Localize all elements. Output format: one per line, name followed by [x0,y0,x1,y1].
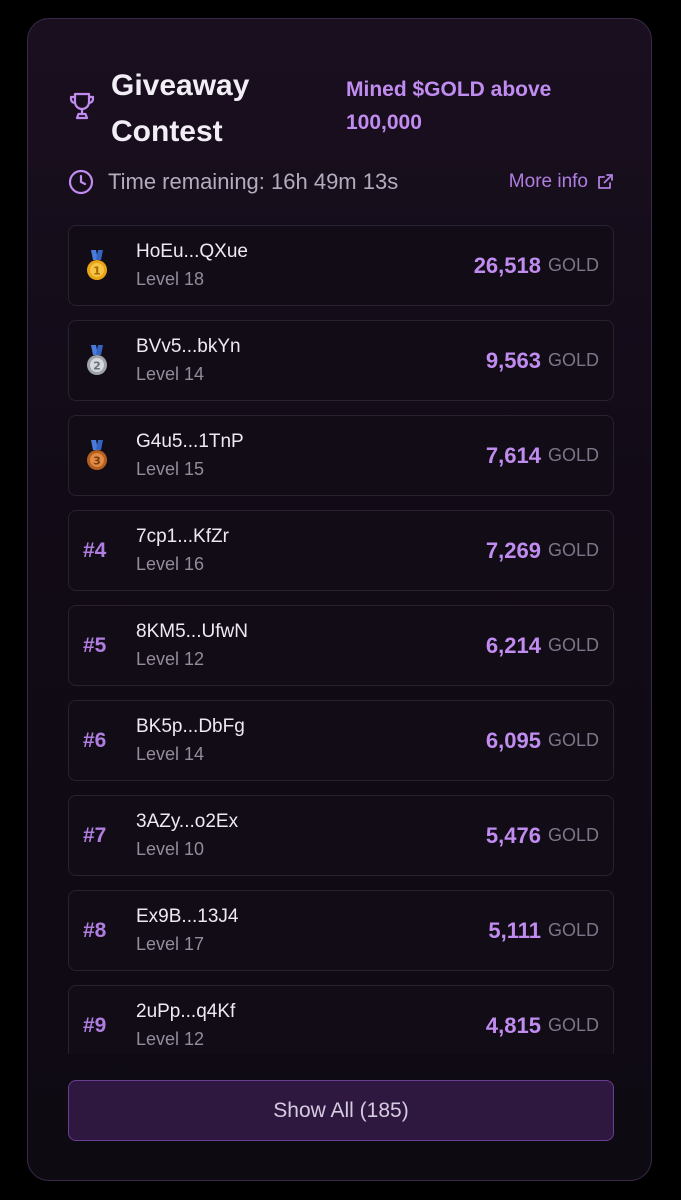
gold-amount: 7,269 GOLD [486,511,599,590]
timer-row: Time remaining: 16h 49m 13s More info [68,167,614,197]
svg-text:1: 1 [93,265,101,278]
rank-number: #8 [83,918,107,942]
leaderboard-row[interactable]: #5 8KM5...UfwN Level 12 6,214 GOLD [68,605,614,686]
gold-unit: GOLD [547,350,599,370]
player-name: 3AZy...o2Ex [136,811,239,832]
gold-unit: GOLD [547,540,599,560]
leaderboard-list[interactable]: 1 HoEu...QXue Level 18 26,518 GOLD 2 BVv… [68,225,614,1054]
leaderboard-row[interactable]: #9 2uPp...q4Kf Level 12 4,815 GOLD [68,985,614,1054]
contest-card: Giveaway Contest Mined $GOLD above 100,0… [27,18,652,1181]
trophy-icon [69,92,95,120]
rank-number: #4 [83,538,107,562]
clock-icon [68,169,94,195]
gold-amount: 6,214 GOLD [486,606,599,685]
player-name: 7cp1...KfZr [136,526,229,547]
more-info-link[interactable]: More info [509,167,614,197]
player-level: Level 14 [136,364,205,384]
gold-unit: GOLD [547,825,599,845]
gold-unit: GOLD [547,255,599,275]
gold-unit: GOLD [547,730,599,750]
more-info-label: More info [508,171,588,192]
player-name: 8KM5...UfwN [136,621,248,642]
player-name: G4u5...1TnP [136,431,244,452]
gold-value: 9,563 [485,347,541,373]
player-level: Level 12 [136,649,205,669]
gold-unit: GOLD [547,445,599,465]
gold-amount: 6,095 GOLD [486,701,599,780]
gold-unit: GOLD [547,920,599,940]
gold-value: 7,614 [485,442,541,468]
player-name: BK5p...DbFg [136,716,245,737]
contest-title: Giveaway Contest [111,69,250,148]
player-level: Level 10 [136,839,205,859]
rank-number: #6 [83,728,107,752]
time-remaining: Time remaining: 16h 49m 13s [108,169,399,194]
rank-number: #7 [83,823,107,847]
player-name: Ex9B...13J4 [136,906,239,927]
silver-medal-icon: 2 [87,345,107,375]
leaderboard-row[interactable]: 3 G4u5...1TnP Level 15 7,614 GOLD [68,415,614,496]
gold-amount: 26,518 GOLD [474,226,599,305]
gold-amount: 5,476 GOLD [486,796,599,875]
leaderboard-row[interactable]: #4 7cp1...KfZr Level 16 7,269 GOLD [68,510,614,591]
rank-number: #9 [83,1013,107,1037]
player-level: Level 18 [136,269,205,289]
contest-criteria: Mined $GOLD above 100,000 [346,78,552,134]
gold-value: 26,518 [473,252,541,278]
gold-unit: GOLD [547,1015,599,1035]
gold-amount: 5,111 GOLD [488,891,599,970]
gold-value: 5,111 [488,917,541,943]
gold-unit: GOLD [547,635,599,655]
svg-text:3: 3 [93,455,101,468]
player-level: Level 12 [136,1029,205,1049]
player-level: Level 17 [136,934,205,954]
gold-value: 7,269 [485,537,541,563]
leaderboard-row[interactable]: 1 HoEu...QXue Level 18 26,518 GOLD [68,225,614,306]
gold-amount: 7,614 GOLD [486,416,599,495]
external-link-icon [598,174,613,189]
player-level: Level 15 [136,459,205,479]
gold-value: 6,214 [485,632,541,658]
rank-number: #5 [83,633,107,657]
leaderboard-row[interactable]: 2 BVv5...bkYn Level 14 9,563 GOLD [68,320,614,401]
bronze-medal-icon: 3 [87,440,107,470]
player-level: Level 14 [136,744,205,764]
gold-value: 6,095 [485,727,541,753]
svg-text:2: 2 [93,360,101,373]
player-name: HoEu...QXue [136,241,248,262]
gold-value: 5,476 [485,822,541,848]
player-name: 2uPp...q4Kf [136,1001,236,1022]
gold-medal-icon: 1 [87,250,107,280]
gold-amount: 4,815 GOLD [486,986,599,1054]
gold-amount: 9,563 GOLD [486,321,599,400]
show-all-button[interactable]: Show All (185) [68,1080,614,1141]
contest-header: Giveaway Contest Mined $GOLD above 100,0… [68,63,614,173]
leaderboard-row[interactable]: #6 BK5p...DbFg Level 14 6,095 GOLD [68,700,614,781]
leaderboard-row[interactable]: #7 3AZy...o2Ex Level 10 5,476 GOLD [68,795,614,876]
leaderboard-row[interactable]: #8 Ex9B...13J4 Level 17 5,111 GOLD [68,890,614,971]
gold-value: 4,815 [485,1012,541,1038]
player-level: Level 16 [136,554,205,574]
player-name: BVv5...bkYn [136,336,241,357]
